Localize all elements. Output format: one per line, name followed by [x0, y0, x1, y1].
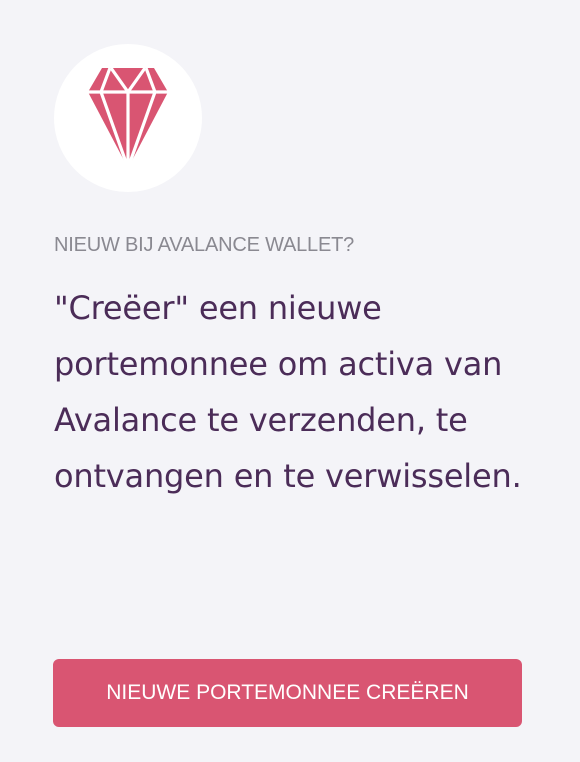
new-wallet-card: NIEUW BIJ AVALANCE WALLET? "Creëer" een … [0, 0, 580, 762]
create-wallet-button[interactable]: NIEUWE PORTEMONNEE CREËREN [53, 659, 522, 727]
diamond-icon [88, 68, 168, 168]
icon-container [54, 44, 202, 192]
new-wallet-eyebrow: NIEUW BIJ AVALANCE WALLET? [54, 234, 355, 256]
new-wallet-description: "Creëer" een nieuwe portemonnee om activ… [54, 289, 522, 495]
